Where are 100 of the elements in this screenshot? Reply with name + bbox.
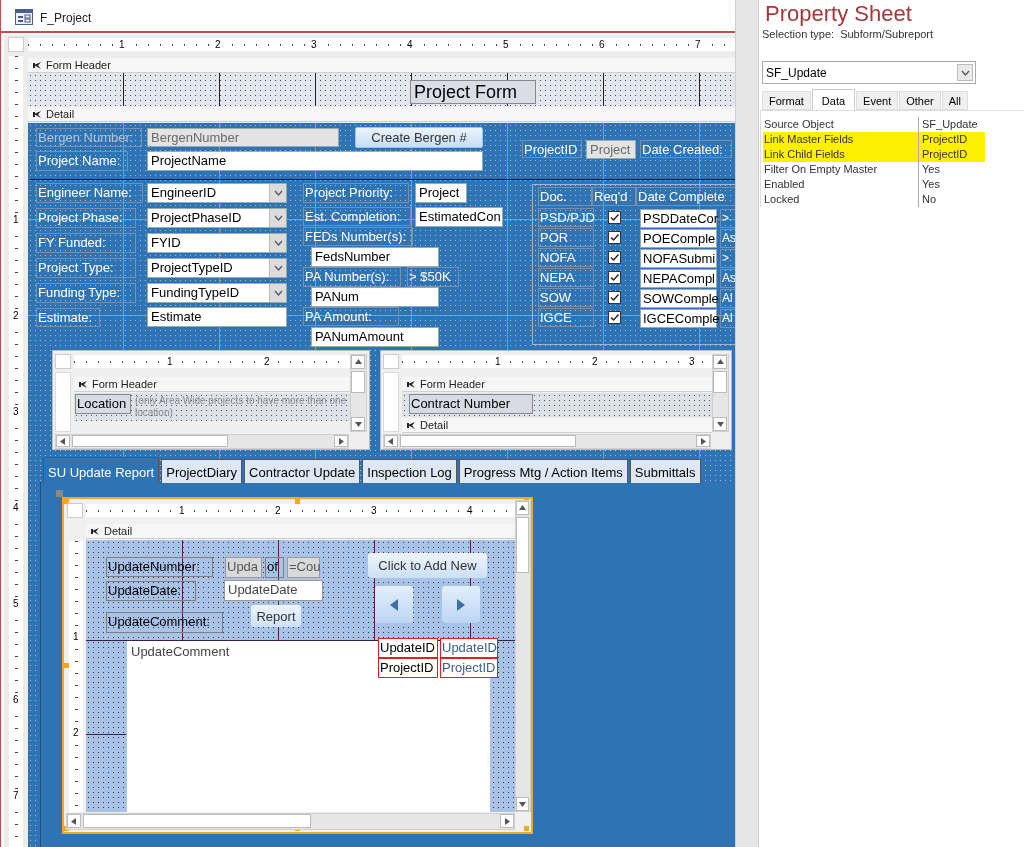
note-text: (only Area Wide projects to have more than one location) xyxy=(135,395,347,419)
text-field[interactable]: NOFASubmi xyxy=(640,249,717,268)
scroll-up-button[interactable] xyxy=(713,355,727,369)
text-field[interactable]: ProjectID xyxy=(440,658,498,678)
selection-handle[interactable] xyxy=(64,499,69,504)
subform-frame[interactable]: 1 2 Form Header (only Area Wide projects to have more than one location) Location xyxy=(52,350,370,450)
text-field[interactable]: ProjectName xyxy=(147,151,483,171)
selection-handle[interactable] xyxy=(295,499,300,504)
scroll-right-button[interactable] xyxy=(500,814,514,828)
column-header: Date Complete xyxy=(636,187,737,206)
scroll-right-button[interactable] xyxy=(334,435,348,447)
form-icon xyxy=(15,9,33,25)
text-field[interactable]: PANumAmount xyxy=(311,327,439,347)
ruler-number: 1 xyxy=(494,355,502,368)
create-button[interactable]: Create Bergen # xyxy=(355,127,483,148)
dropdown-field[interactable]: ProjectPhaseID xyxy=(147,208,287,228)
section-bar[interactable]: Detail xyxy=(86,524,515,539)
text-field[interactable]: Upda xyxy=(225,557,262,578)
scroll-left-button[interactable] xyxy=(67,814,81,828)
selection-handle[interactable] xyxy=(524,826,529,831)
tab[interactable]: Data xyxy=(811,89,856,110)
next-record-button[interactable] xyxy=(442,586,480,623)
checkbox[interactable] xyxy=(608,291,621,304)
subform-frame[interactable]: 1 2 3 Form Header Contract Number Detail xyxy=(380,350,732,450)
scroll-down-button[interactable] xyxy=(351,417,365,431)
checkbox[interactable] xyxy=(608,251,621,264)
property-row[interactable]: Link Child Fields ProjectID xyxy=(763,147,985,162)
button[interactable]: Report xyxy=(251,605,301,627)
tab[interactable]: SU Update Report xyxy=(43,457,160,483)
tab[interactable]: ProjectDiary xyxy=(161,459,243,483)
dropdown-field[interactable]: EngineerID xyxy=(147,183,287,203)
chevron-down-icon xyxy=(273,190,283,196)
vertical-scrollbar[interactable] xyxy=(712,354,729,432)
checkbox[interactable] xyxy=(608,311,621,324)
checkbox[interactable] xyxy=(608,271,621,284)
move-handle[interactable] xyxy=(56,490,63,497)
ruler xyxy=(383,372,399,432)
text-field[interactable]: PSDDateCor xyxy=(640,209,717,228)
section-bar[interactable]: Detail xyxy=(402,418,712,433)
text-field[interactable]: IGCEComple xyxy=(640,309,717,328)
text-field[interactable]: NEPACompl xyxy=(640,269,717,288)
scroll-down-button[interactable] xyxy=(516,797,529,811)
triangle-up-icon xyxy=(353,357,363,367)
selection-handle[interactable] xyxy=(64,663,69,668)
button[interactable]: Click to Add New xyxy=(368,553,487,578)
checkbox[interactable] xyxy=(608,231,621,244)
scroll-thumb[interactable] xyxy=(516,517,529,573)
text-field[interactable]: Estimate xyxy=(147,307,287,327)
dropdown-field[interactable]: FYID xyxy=(147,233,287,253)
text-field[interactable]: UpdateID xyxy=(440,638,498,658)
property-value: ProjectID xyxy=(921,132,968,147)
text-field[interactable]: EstimatedCon xyxy=(415,207,503,227)
object-dropdown[interactable]: SF_Update xyxy=(762,61,976,84)
text-field[interactable]: PANum xyxy=(311,287,439,307)
field-label: FEDs Number(s): xyxy=(303,227,413,246)
scroll-down-button[interactable] xyxy=(713,417,727,431)
text-field[interactable]: =Cou xyxy=(287,557,320,578)
vertical-scrollbar[interactable] xyxy=(515,500,531,812)
scroll-thumb[interactable] xyxy=(72,435,228,447)
section-bar[interactable]: Form Header xyxy=(402,377,712,392)
scroll-left-button[interactable] xyxy=(384,435,398,447)
property-value: ProjectID xyxy=(921,147,968,162)
scroll-up-button[interactable] xyxy=(351,355,365,369)
horizontal-scrollbar[interactable] xyxy=(55,434,349,449)
dropdown-field[interactable]: FundingTypeID xyxy=(147,283,287,303)
section-bar[interactable]: Form Header xyxy=(28,58,735,73)
scroll-thumb[interactable] xyxy=(83,814,311,828)
horizontal-scrollbar[interactable] xyxy=(66,813,515,830)
previous-record-button[interactable] xyxy=(375,586,413,623)
tab[interactable]: Contractor Update xyxy=(244,459,361,483)
scroll-thumb[interactable] xyxy=(713,371,727,393)
tab[interactable]: Progress Mtg / Action Items xyxy=(458,459,628,483)
tab[interactable]: Other xyxy=(899,91,941,110)
tab[interactable]: Format xyxy=(762,91,811,110)
scroll-right-button[interactable] xyxy=(696,435,710,447)
section-bar[interactable]: Detail xyxy=(28,107,735,122)
text-field[interactable]: Project xyxy=(415,183,467,203)
selection-type-label: Selection type: xyxy=(762,27,835,41)
tab[interactable]: Event xyxy=(856,91,899,110)
tab[interactable]: All xyxy=(941,91,968,110)
field-label: Funding Type: xyxy=(36,283,136,303)
text-field[interactable]: FedsNumber xyxy=(311,247,439,267)
field-label: Contract Number xyxy=(409,394,533,414)
field-label: Est. Completion: xyxy=(303,207,411,226)
scroll-up-button[interactable] xyxy=(516,501,529,515)
vertical-scrollbar[interactable] xyxy=(350,354,367,432)
ruler-number: 1 xyxy=(118,38,126,51)
dropdown-field[interactable]: ProjectTypeID xyxy=(147,258,287,278)
scroll-left-button[interactable] xyxy=(56,435,70,447)
text-field[interactable]: POEComple xyxy=(640,229,717,248)
scroll-thumb[interactable] xyxy=(351,371,365,393)
section-bar[interactable]: Form Header xyxy=(74,377,350,392)
checkbox[interactable] xyxy=(608,211,621,224)
tab[interactable]: Submittals xyxy=(629,459,701,483)
tab[interactable]: Inspection Log xyxy=(362,459,457,483)
text-field[interactable]: UpdateDate xyxy=(224,580,323,601)
property-row[interactable]: Link Master Fields ProjectID xyxy=(763,132,985,147)
horizontal-scrollbar[interactable] xyxy=(383,434,711,449)
ruler-number: 1 xyxy=(12,214,20,226)
scroll-thumb[interactable] xyxy=(400,435,576,447)
